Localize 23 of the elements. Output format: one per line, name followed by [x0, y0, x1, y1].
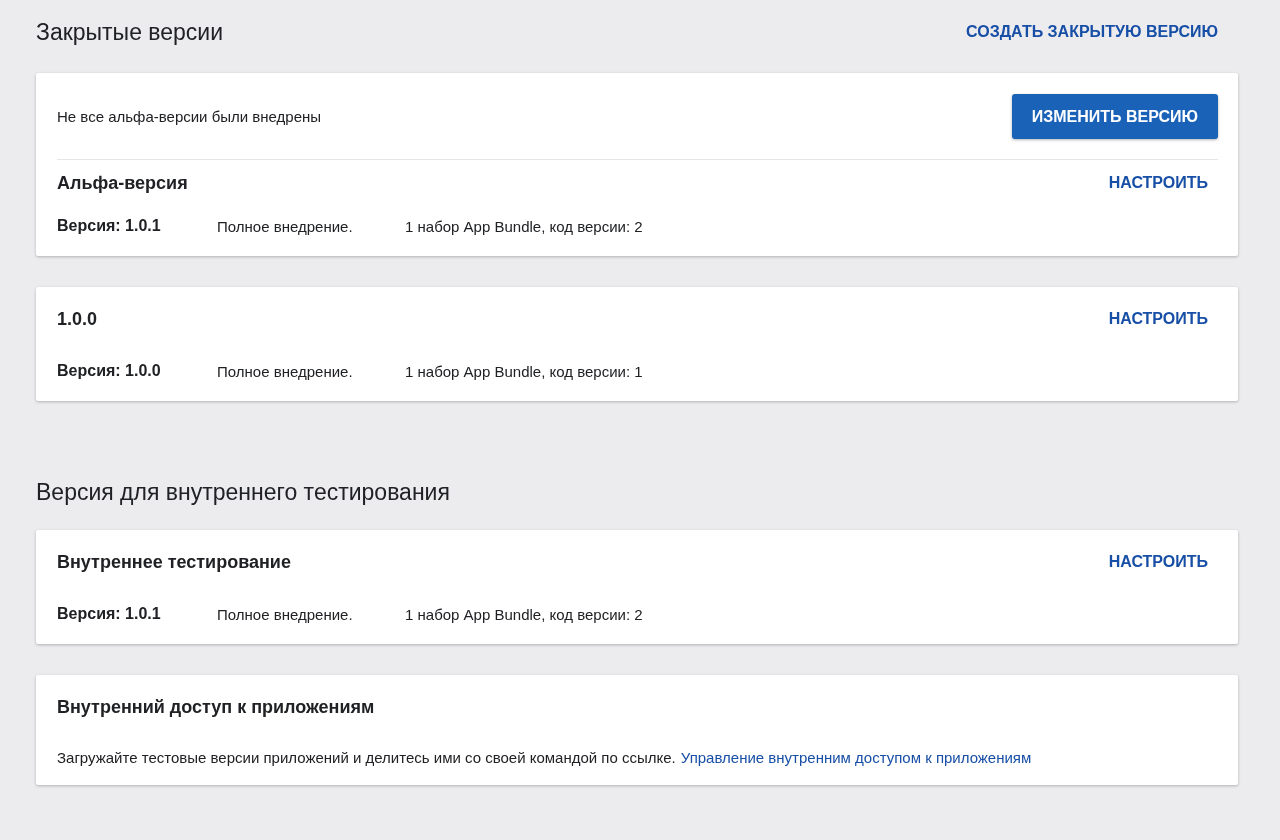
description-text: Загружайте тестовые версии приложений и делитесь ими со своей командой по ссылке.	[57, 748, 676, 766]
version-label: Версия: 1.0.0	[57, 362, 162, 380]
track-name: Альфа-версия	[57, 172, 188, 194]
notice-text: Не все альфа-версии были внедрены	[57, 108, 322, 125]
section-title: Версия для внутреннего тестирования	[36, 478, 450, 506]
configure-link[interactable]: НАСТРОИТЬ	[1108, 553, 1208, 571]
edit-release-button[interactable]: ИЗМЕНИТЬ ВЕРСИЮ	[1011, 94, 1218, 139]
track-name: Внутреннее тестирование	[57, 551, 291, 573]
section-title: Закрытые версии	[36, 18, 224, 46]
card-title: Внутренний доступ к приложениям	[57, 696, 375, 718]
bundle-info: 1 набор App Bundle, код версии: 2	[405, 217, 643, 235]
rollout-status: Полное внедрение.	[217, 362, 354, 380]
configure-link[interactable]: НАСТРОИТЬ	[1108, 310, 1208, 328]
manage-access-link[interactable]: Управление внутренним доступом к приложениям	[680, 748, 1032, 766]
rollout-status: Полное внедрение.	[217, 605, 354, 623]
create-closed-track-link[interactable]: СОЗДАТЬ ЗАКРЫТУЮ ВЕРСИЮ	[966, 23, 1218, 41]
track-name: 1.0.0	[57, 308, 98, 330]
rollout-status: Полное внедрение.	[217, 217, 354, 235]
version-label: Версия: 1.0.1	[57, 605, 162, 623]
bundle-info: 1 набор App Bundle, код версии: 1	[405, 362, 643, 380]
configure-link[interactable]: НАСТРОИТЬ	[1108, 174, 1208, 192]
version-label: Версия: 1.0.1	[57, 217, 162, 235]
bundle-info: 1 набор App Bundle, код версии: 2	[405, 605, 643, 623]
